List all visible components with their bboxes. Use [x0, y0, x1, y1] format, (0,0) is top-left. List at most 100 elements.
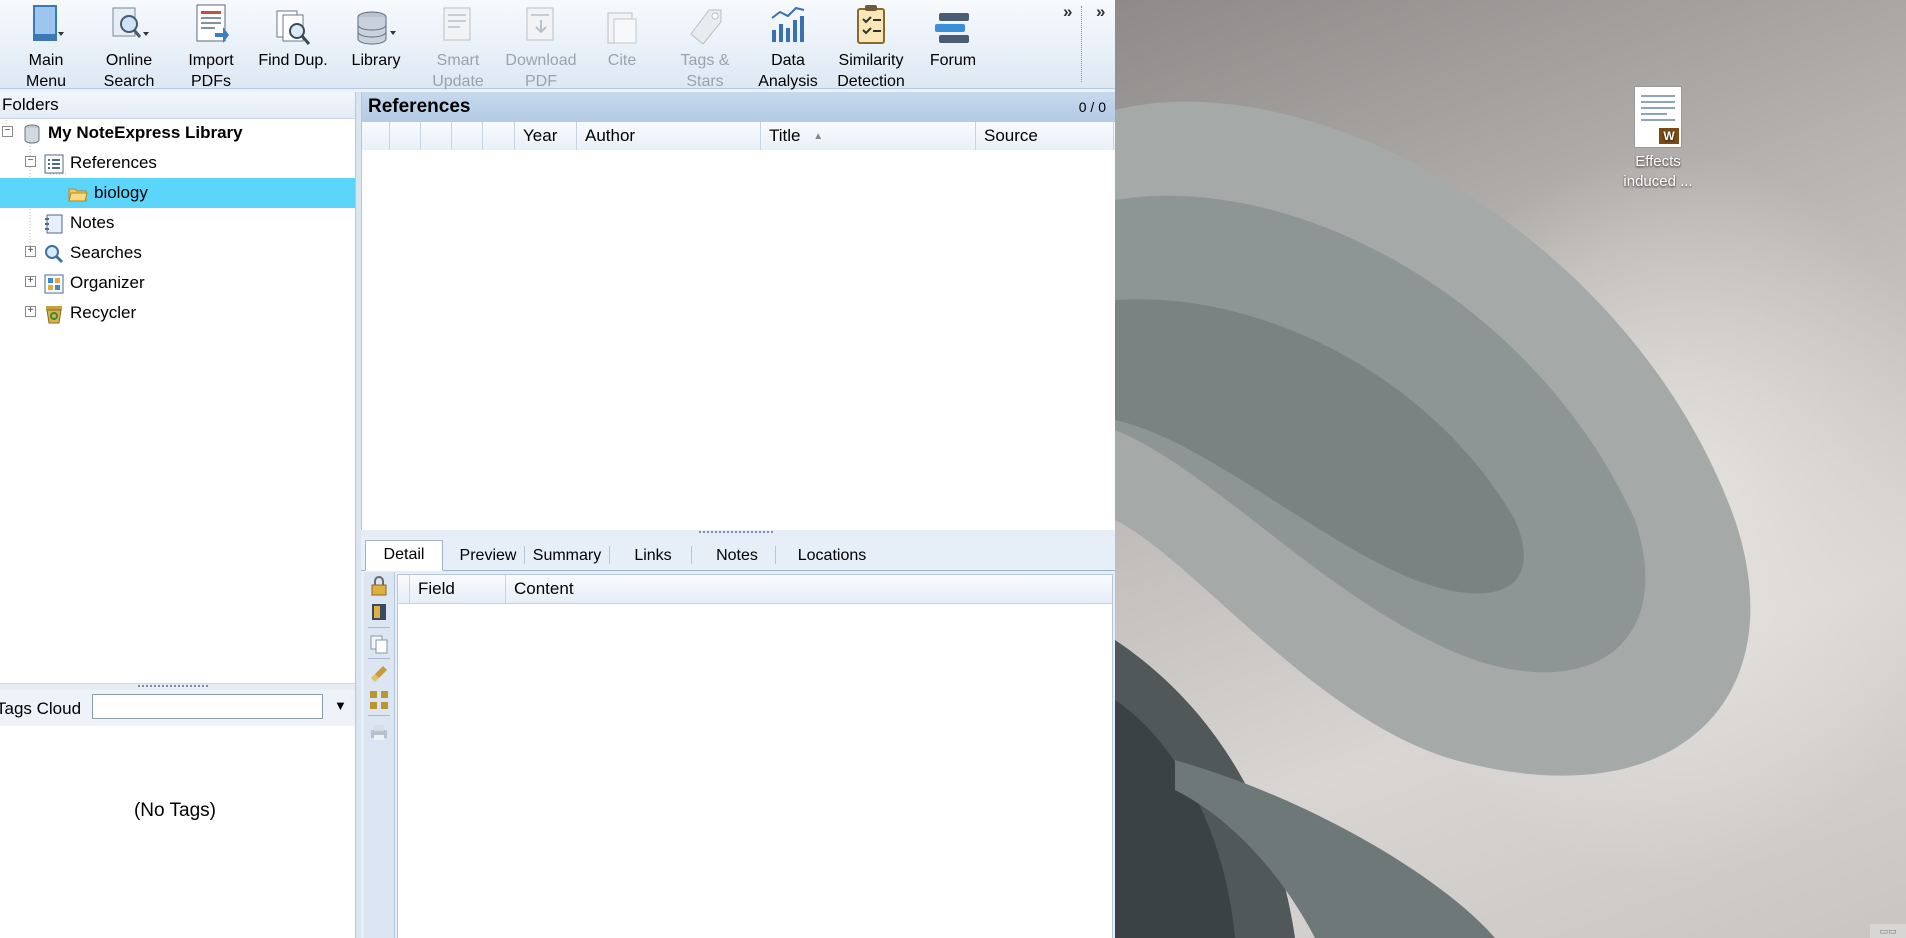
brush-icon[interactable] [369, 664, 389, 684]
references-title: References [368, 96, 471, 117]
main-menu-button[interactable]: Main Menu [14, 0, 78, 90]
print-icon[interactable] [369, 722, 389, 742]
tags-filter-input[interactable] [92, 694, 323, 719]
tab-separator [775, 546, 776, 564]
tree-item-references[interactable]: References [44, 148, 157, 178]
tree-item-notes[interactable]: Notes [44, 208, 114, 238]
library-label: Library [351, 52, 401, 69]
tree-item-organizer[interactable]: Organizer [44, 268, 145, 298]
list-icon [44, 154, 64, 174]
toolbar-overflow-chevron-2[interactable]: » [1096, 2, 1105, 22]
column-indicator-5[interactable] [483, 122, 515, 150]
expand-searches-toggle[interactable]: + [25, 246, 36, 257]
data-analysis-label-1: Data [771, 52, 805, 69]
tab-separator [609, 546, 610, 564]
toolbar-overflow-chevron[interactable]: » [1063, 2, 1072, 22]
tab-notes[interactable]: Notes [701, 542, 773, 570]
tree-label-searches: Searches [70, 243, 142, 262]
download-pdf-label-2: PDF [525, 73, 557, 90]
data-analysis-icon [771, 6, 805, 42]
tree-item-searches[interactable]: Searches [44, 238, 142, 268]
tree-item-biology[interactable]: biology [68, 178, 148, 208]
tags-dropdown-icon[interactable]: ▼ [334, 698, 347, 713]
folders-panel: Folders − My NoteExpress Library − Refer… [0, 92, 355, 938]
folders-header: Folders [0, 92, 355, 119]
smart-update-label-1: Smart [436, 52, 480, 69]
import-pdfs-button[interactable]: Import PDFs [178, 0, 244, 90]
column-field[interactable]: Field [410, 575, 506, 603]
main-menu-icon [33, 5, 64, 41]
download-pdf-label-1: Download [505, 52, 577, 69]
column-year[interactable]: Year [515, 122, 577, 150]
tags-stars-label-1: Tags & [680, 52, 730, 69]
column-indicator-1[interactable] [362, 122, 390, 150]
references-pane: References 0 / 0 Year Author Title ▲ Sou… [361, 92, 1115, 530]
collapse-root-toggle[interactable]: − [2, 126, 13, 137]
column-spacer [398, 575, 410, 603]
tool-separator [368, 658, 390, 659]
library-button[interactable]: Library [344, 0, 408, 88]
notes-icon [45, 214, 63, 234]
column-title[interactable]: Title ▲ [761, 122, 976, 150]
toolbar-ribbon: Main Menu Online Search Import PDFs Find… [0, 0, 1115, 90]
column-indicator-4[interactable] [452, 122, 483, 150]
tab-summary[interactable]: Summary [527, 542, 607, 570]
online-search-label-1: Online [105, 52, 153, 69]
tags-cloud-bar: Tags Cloud ▼ [0, 690, 355, 726]
column-content[interactable]: Content [506, 575, 1110, 603]
import-pdfs-label-2: PDFs [191, 73, 231, 90]
cite-icon [607, 12, 637, 44]
detail-side-toolbar [364, 572, 395, 938]
smart-update-button[interactable]: Smart Update [420, 0, 496, 90]
references-list[interactable] [362, 150, 1115, 530]
tool-separator [368, 715, 390, 716]
collapse-references-toggle[interactable]: − [25, 156, 36, 167]
import-pdfs-label-1: Import [188, 52, 234, 69]
tree-item-library-root[interactable]: My NoteExpress Library [22, 118, 243, 148]
similarity-detection-button[interactable]: Similarity Detection [830, 0, 912, 90]
detail-tabs: Detail Preview Summary Links Notes Locat… [361, 536, 1115, 571]
online-search-icon [112, 7, 149, 38]
cite-button[interactable]: Cite [594, 0, 650, 88]
download-pdf-button[interactable]: Download PDF [502, 0, 580, 90]
tab-detail[interactable]: Detail [365, 540, 443, 571]
online-search-button[interactable]: Online Search [94, 0, 164, 90]
tree-label-recycler: Recycler [70, 303, 137, 322]
detail-fields-grid: Field Content [397, 574, 1113, 938]
expand-recycler-toggle[interactable]: + [25, 306, 36, 317]
find-duplicates-icon [276, 10, 311, 45]
tab-links[interactable]: Links [617, 542, 689, 570]
noteexpress-window: Main Menu Online Search Import PDFs Find… [0, 0, 1115, 938]
expand-organizer-toggle[interactable]: + [25, 276, 36, 287]
references-count: 0 / 0 [1078, 99, 1106, 115]
cite-label: Cite [607, 52, 637, 69]
book-icon[interactable] [369, 602, 389, 622]
column-indicator-3[interactable] [421, 122, 452, 150]
column-indicator-2[interactable] [390, 122, 421, 150]
expand-fields-icon[interactable] [369, 690, 389, 710]
lock-icon[interactable] [369, 576, 389, 596]
detail-column-headers: Field Content [398, 575, 1112, 604]
selected-row-highlight [0, 178, 355, 208]
database-icon [24, 124, 40, 144]
references-header: References 0 / 0 [362, 92, 1115, 122]
tab-locations[interactable]: Locations [777, 542, 887, 570]
smart-update-icon [443, 7, 471, 41]
tool-separator [368, 627, 390, 628]
data-analysis-button[interactable]: Data Analysis [754, 0, 822, 90]
search-icon [45, 244, 64, 263]
references-column-headers: Year Author Title ▲ Source [362, 122, 1115, 151]
column-source[interactable]: Source [976, 122, 1114, 150]
tab-preview[interactable]: Preview [449, 542, 527, 570]
copy-icon[interactable] [369, 634, 389, 654]
find-duplicates-button[interactable]: Find Dup. [256, 0, 330, 88]
similarity-detection-label-1: Similarity [838, 52, 904, 69]
tab-separator [691, 546, 692, 564]
column-title-label: Title [769, 126, 801, 145]
tree-item-recycler[interactable]: Recycler [44, 298, 136, 328]
tags-stars-button[interactable]: Tags & Stars [668, 0, 742, 90]
similarity-detection-icon [857, 5, 885, 44]
desktop-file-icon[interactable]: W Effects induced ... [1618, 86, 1698, 192]
forum-button[interactable]: Forum [920, 0, 986, 88]
column-author[interactable]: Author [577, 122, 761, 150]
